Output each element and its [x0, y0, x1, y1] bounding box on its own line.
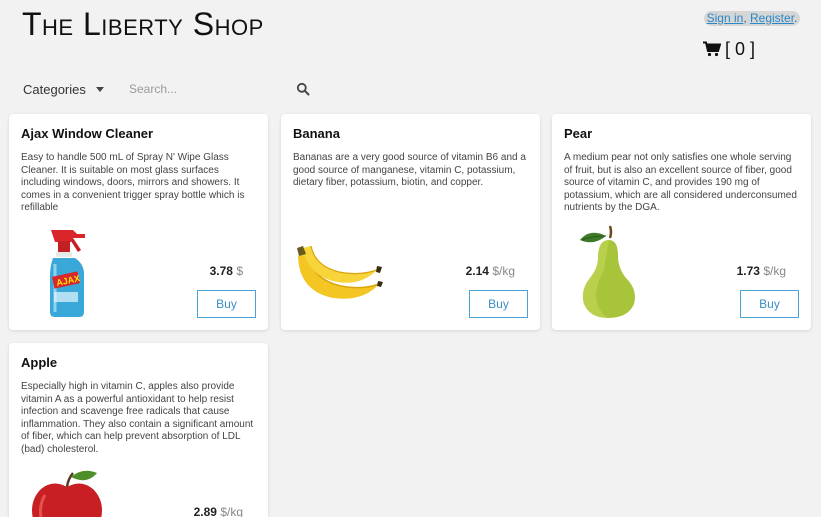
product-price: 2.14 $/kg	[466, 264, 515, 278]
shop-title: The Liberty Shop	[22, 6, 264, 42]
search-input[interactable]	[129, 78, 289, 100]
apple-icon	[32, 470, 102, 517]
product-description: Especially high in vitamin C, apples als…	[21, 381, 254, 455]
price-unit: $	[236, 264, 243, 278]
cart-count: [ 0 ]	[725, 38, 756, 59]
product-price: 1.73 $/kg	[737, 264, 786, 278]
price-unit: $/kg	[492, 264, 515, 278]
categories-dropdown[interactable]: Categories	[23, 78, 104, 100]
product-name: Ajax Window Cleaner	[21, 126, 154, 141]
product-description: Easy to handle 500 mL of Spray N' Wipe G…	[21, 152, 245, 214]
price-value: 2.89	[193, 505, 217, 517]
search-icon[interactable]	[296, 82, 310, 96]
sign-in-link[interactable]: Sign in	[707, 11, 744, 25]
product-name: Pear	[564, 126, 593, 141]
product-name: Banana	[293, 126, 340, 141]
product-price: 3.78 $	[210, 264, 243, 278]
buy-button[interactable]: Buy	[469, 290, 528, 318]
cart-icon	[703, 41, 721, 57]
cart-button[interactable]: [ 0 ]	[703, 38, 755, 60]
product-name: Apple	[21, 355, 58, 370]
product-card: Pear A medium pear not only satisfies on…	[552, 114, 811, 330]
categories-label: Categories	[23, 81, 86, 97]
product-card: Banana Bananas are a very good source of…	[281, 114, 540, 330]
pear-icon	[580, 225, 635, 318]
price-value: 1.73	[736, 264, 760, 278]
register-link[interactable]: Register	[750, 11, 794, 25]
product-description: Bananas are a very good source of vitami…	[293, 152, 526, 189]
buy-button[interactable]: Buy	[740, 290, 799, 318]
buy-button[interactable]: Buy	[197, 290, 256, 318]
spray-bottle-icon: AJAX	[50, 230, 85, 317]
price-value: 3.78	[209, 264, 233, 278]
banana-icon	[297, 245, 383, 299]
auth-period: .	[794, 11, 798, 25]
caret-down-icon	[95, 86, 104, 92]
price-value: 2.14	[465, 264, 489, 278]
price-unit: $/kg	[763, 264, 786, 278]
product-price: 2.89 $/kg	[194, 505, 243, 517]
price-unit: $/kg	[220, 505, 243, 517]
toolbar: Categories	[0, 78, 821, 102]
product-card: Apple Especially high in vitamin C, appl…	[9, 343, 268, 517]
product-description: A medium pear not only satisfies one who…	[564, 152, 797, 214]
product-card: Ajax Window Cleaner Easy to handle 500 m…	[9, 114, 268, 330]
auth-separator: ,	[743, 11, 750, 25]
auth-links: Sign in, Register.	[704, 11, 800, 26]
